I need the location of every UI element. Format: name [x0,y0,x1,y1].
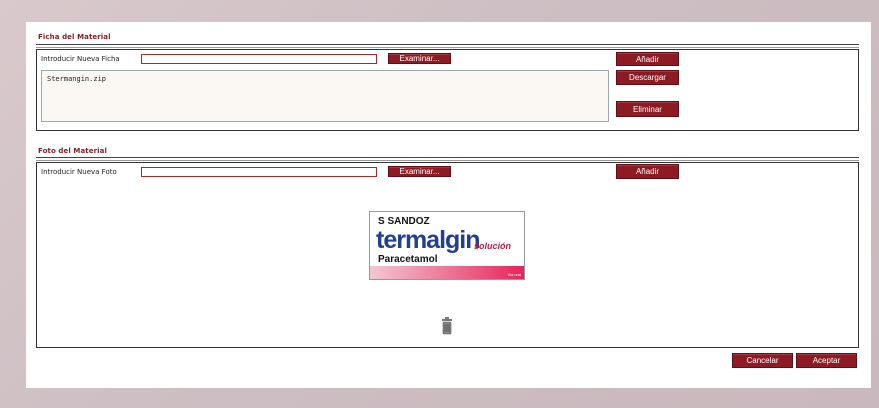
foto-add-button[interactable]: Añadir [616,164,679,179]
image-corner-text: Via oral [507,272,522,277]
image-product-name: termalgin [376,226,481,254]
cancel-button[interactable]: Cancelar [732,353,793,368]
foto-input-label: Introducir Nueva Foto [41,168,117,176]
image-pink-band [370,266,524,279]
ficha-browse-button[interactable]: Examinar... [388,53,451,64]
ficha-file-list[interactable]: Stermangin.zip [41,70,609,122]
product-image: S SANDOZ termalgin solución Paracetamol … [369,211,525,280]
image-variant-text: solución [474,241,512,251]
ficha-divider [36,44,859,45]
foto-browse-button[interactable]: Examinar... [388,166,451,177]
ficha-download-button[interactable]: Descargar [616,70,679,85]
foto-section-title: Foto del Material [38,147,107,155]
accept-button[interactable]: Aceptar [796,353,857,368]
foto-divider-thin [36,160,859,161]
ficha-add-button[interactable]: Añadir [616,52,679,66]
ficha-input-label: Introducir Nueva Ficha [41,55,120,63]
trash-icon[interactable] [441,317,453,335]
ficha-divider-thin [36,47,859,48]
ficha-file-input[interactable] [141,54,377,64]
image-subtitle: Paracetamol [378,254,438,265]
ficha-delete-button[interactable]: Eliminar [616,101,679,117]
foto-file-input[interactable] [141,167,377,177]
ficha-section-title: Ficha del Material [38,33,111,41]
ficha-file-item[interactable]: Stermangin.zip [47,75,603,83]
foto-divider [36,157,859,158]
